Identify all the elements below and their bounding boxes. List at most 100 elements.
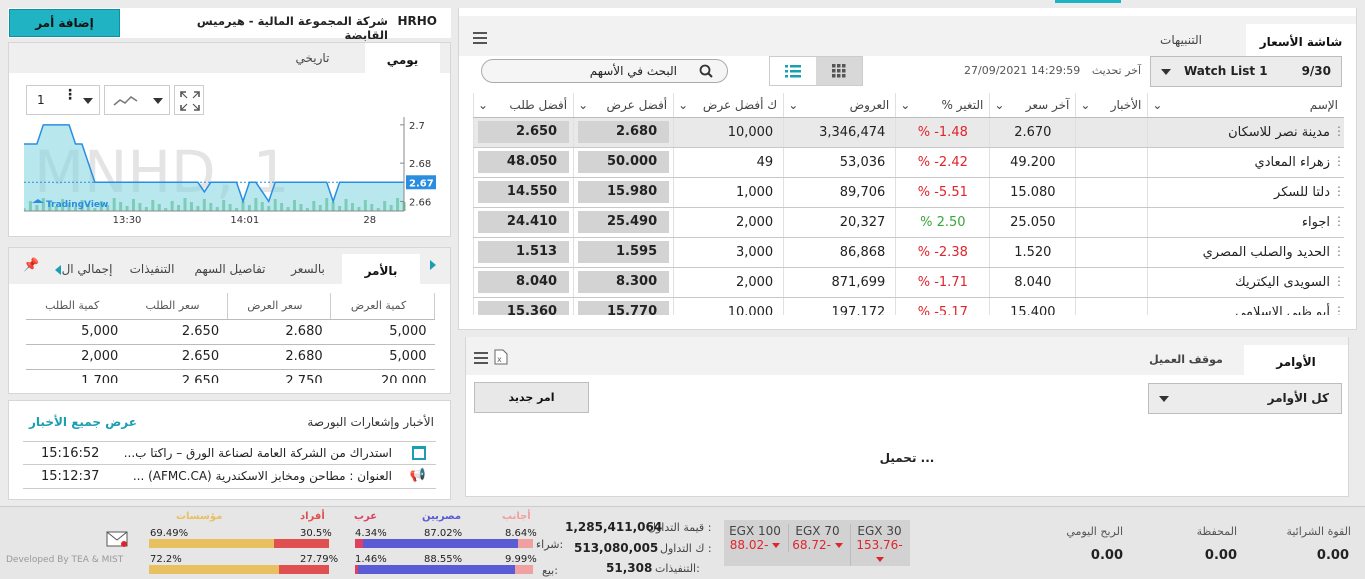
- best-offer-qty-value: 10,000: [727, 304, 774, 316]
- tab-daily[interactable]: يومي: [365, 43, 440, 73]
- best-offer[interactable]: 8.300: [573, 267, 674, 298]
- last-price-value: 49.200: [1010, 154, 1056, 170]
- tab-price-screen[interactable]: شاشة الأسعار: [1246, 24, 1356, 56]
- tab-total[interactable]: إجمالي ال: [60, 254, 114, 284]
- table-row[interactable]: ⋮ زهراء المعادي 49.200% -2.42 53,036 49 50.00…: [473, 147, 1344, 178]
- chart-toolbar: 1 ⋮: [26, 85, 204, 115]
- best-offer[interactable]: 2.680: [573, 117, 674, 148]
- row-menu-icon[interactable]: ⋮: [1333, 244, 1344, 258]
- stock-name[interactable]: ⋮ دلتا للسكر: [1147, 177, 1344, 208]
- column-header[interactable]: التغير % ⌄: [895, 93, 990, 118]
- table-row[interactable]: 20,000 2.750 2.650 1,700: [26, 369, 435, 383]
- row-menu-icon[interactable]: ⋮: [1333, 304, 1344, 316]
- index-name: EGX 100: [729, 524, 781, 538]
- news-cell: [1075, 207, 1148, 238]
- pin-icon[interactable]: 📌: [23, 258, 39, 273]
- stock-name-value: مدينة نصر للاسكان: [1228, 124, 1330, 140]
- tab-orders[interactable]: الأوامر: [1244, 345, 1348, 375]
- add-order-button[interactable]: إضافة أمر: [9, 9, 120, 37]
- table-row[interactable]: ⋮ الحديد والصلب المصري 1.520% -2.38 86,868 3…: [473, 237, 1344, 268]
- news-item[interactable]: 15:12:37 العنوان : مطاحن ومخابز الاسكندر…: [23, 465, 436, 489]
- new-order-button[interactable]: امر جديد: [474, 382, 589, 413]
- row-menu-icon[interactable]: ⋮: [1333, 124, 1344, 138]
- more-icon[interactable]: ⋮: [63, 88, 77, 102]
- column-header[interactable]: أفضل عرض ⌄: [573, 93, 674, 118]
- best-offer[interactable]: 50.000: [573, 147, 674, 178]
- grid-view-button[interactable]: [816, 57, 862, 85]
- row-menu-icon[interactable]: ⋮: [1333, 184, 1344, 198]
- tab-executions[interactable]: التنفيذات: [122, 254, 182, 284]
- column-header[interactable]: العروض ⌄: [783, 93, 896, 118]
- orders-filter-value: كل الأوامر: [1267, 391, 1329, 405]
- list-view-button[interactable]: [770, 57, 816, 85]
- watchlist-select[interactable]: 9/30 Watch List 1: [1150, 56, 1342, 87]
- column-header[interactable]: أفضل طلب ⌄: [473, 93, 574, 118]
- index-egx70[interactable]: EGX 70 68.72-: [788, 524, 846, 552]
- best-offer[interactable]: 25.490: [573, 207, 674, 238]
- best-bid[interactable]: 2.650: [473, 117, 574, 148]
- tab-history[interactable]: تاريخي: [270, 43, 355, 73]
- egyptians-sell-pct: 88.55%: [424, 554, 463, 565]
- row-menu-icon[interactable]: ⋮: [1333, 154, 1344, 168]
- interval-select[interactable]: 1 ⋮: [26, 85, 100, 115]
- stock-name[interactable]: ⋮ زهراء المعادي: [1147, 147, 1344, 178]
- tab-client-position[interactable]: موقف العميل: [1136, 345, 1236, 375]
- table-row[interactable]: ⋮ دلتا للسكر 15.080% -5.51 89,706 1,000 15.98…: [473, 177, 1344, 208]
- index-egx30[interactable]: EGX 30 153.76-: [850, 524, 908, 566]
- chevron-right-icon[interactable]: [430, 260, 436, 270]
- chevron-down-icon[interactable]: [153, 98, 163, 104]
- table-row[interactable]: 5,000 2.680 2.650 5,000: [26, 319, 435, 345]
- menu-icon[interactable]: [474, 352, 488, 364]
- mail-icon[interactable]: [106, 531, 128, 547]
- view-all-news-link[interactable]: عرض جميع الأخبار: [29, 415, 137, 429]
- fullscreen-button[interactable]: [174, 85, 204, 115]
- trade-volume: 513,080,005: [574, 541, 659, 555]
- best-offer[interactable]: 1.595: [573, 237, 674, 268]
- table-row[interactable]: 5,000 2.680 2.650 2,000: [26, 344, 435, 370]
- best-bid[interactable]: 1.513: [473, 237, 574, 268]
- tab-stock-details[interactable]: تفاصيل السهم: [190, 254, 270, 284]
- chevron-left-icon[interactable]: [55, 265, 61, 275]
- menu-icon[interactable]: [473, 32, 487, 44]
- best-bid[interactable]: 15.360: [473, 297, 574, 315]
- best-bid[interactable]: 24.410: [473, 207, 574, 238]
- best-bid[interactable]: 8.040: [473, 267, 574, 298]
- row-menu-icon[interactable]: ⋮: [1333, 214, 1344, 228]
- column-header-label: أفضل طلب: [509, 97, 568, 112]
- column-header[interactable]: الإسم ⌄: [1147, 93, 1344, 118]
- stock-name[interactable]: ⋮ السويدى اليكتريك: [1147, 267, 1344, 298]
- best-bid[interactable]: 14.550: [473, 177, 574, 208]
- x-tick-label: 28: [363, 215, 376, 226]
- symbol-code[interactable]: HRHO: [397, 14, 437, 28]
- indices-box: EGX 100 88.02- EGX 70 68.72- EGX 30 153.…: [724, 520, 910, 566]
- price-chart[interactable]: MNHD, 1 2.7 2.68 2.67 2.66 13:30 14:01 28 Tradin…: [22, 117, 444, 227]
- tab-by-order[interactable]: بالأمر: [342, 254, 420, 284]
- chevron-down-icon[interactable]: [83, 98, 93, 104]
- stock-name[interactable]: ⋮ الحديد والصلب المصري: [1147, 237, 1344, 268]
- column-header[interactable]: آخر سعر ⌄: [989, 93, 1076, 118]
- row-menu-icon[interactable]: ⋮: [1333, 274, 1344, 288]
- best-offer[interactable]: 15.980: [573, 177, 674, 208]
- stock-name[interactable]: ⋮ مدينة نصر للاسكان: [1147, 117, 1344, 148]
- table-row[interactable]: ⋮ مدينة نصر للاسكان 2.670% -1.48 3,346,474 1…: [473, 117, 1344, 148]
- y-tick-label: 2.68: [409, 159, 431, 170]
- chart-style-select[interactable]: [104, 85, 170, 115]
- table-row[interactable]: ⋮ اجواء 25.050% 2.50 20,327 2,000 25.490 24.41…: [473, 207, 1344, 238]
- tradingview-logo[interactable]: TradingView: [46, 200, 108, 210]
- tab-alerts[interactable]: التنبيهات: [1126, 24, 1236, 56]
- best-bid[interactable]: 48.050: [473, 147, 574, 178]
- orders-filter-select[interactable]: كل الأوامر: [1148, 383, 1342, 414]
- news-item[interactable]: 15:16:52 استدراك من الشركة العامة لصناعة…: [23, 441, 436, 465]
- search-box[interactable]: البحث في الأسهم: [481, 59, 728, 83]
- stock-name[interactable]: ⋮ اجواء: [1147, 207, 1344, 238]
- excel-icon[interactable]: x: [494, 349, 508, 365]
- column-header[interactable]: ك أفضل عرض ⌄: [673, 93, 784, 118]
- tab-by-price[interactable]: بالسعر: [278, 254, 338, 284]
- best-offer[interactable]: 15.770: [573, 297, 674, 315]
- index-egx100[interactable]: EGX 100 88.02-: [726, 524, 784, 552]
- column-header[interactable]: الأخبار ⌄: [1075, 93, 1148, 118]
- stock-name[interactable]: ⋮ أبو ظبي الإسلامي: [1147, 297, 1344, 316]
- table-row[interactable]: ⋮ أبو ظبي الإسلامي 15.400% -5.17 197,172 10,…: [473, 297, 1344, 316]
- table-row[interactable]: ⋮ السويدى اليكتريك 8.040% -1.71 871,699 2,00…: [473, 267, 1344, 298]
- chevron-down-icon: ⌄: [994, 97, 1005, 112]
